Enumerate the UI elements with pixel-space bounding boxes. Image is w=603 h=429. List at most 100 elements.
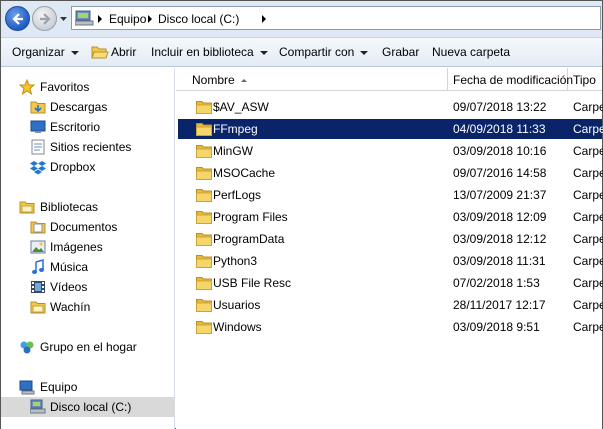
file-name: Windows (213, 320, 262, 334)
nav-item-documentos[interactable]: Documentos (1, 217, 175, 237)
nav-item-label: Wachín (50, 300, 91, 314)
computer-icon (19, 380, 35, 395)
column-header-row: Nombre Fecha de modificación Tipo (176, 68, 602, 91)
open-folder-icon (91, 46, 109, 59)
nav-item-imagenes[interactable]: Imágenes (1, 237, 175, 257)
file-name: MSOCache (213, 166, 276, 180)
file-row[interactable]: Windows 03/09/2018 9:51 Carpe (178, 317, 603, 337)
star-icon (19, 79, 35, 95)
file-date: 03/09/2018 11:31 (453, 254, 546, 268)
file-name: PerfLogs (213, 188, 262, 202)
breadcrumb-separator[interactable] (262, 15, 266, 23)
nav-libraries-label: Bibliotecas (40, 200, 99, 214)
pictures-icon (30, 240, 46, 254)
file-type: Carpe (573, 122, 603, 136)
file-row[interactable]: Python3 03/09/2018 11:31 Carpe (178, 251, 603, 271)
file-date: 03/09/2018 10:16 (453, 144, 547, 158)
nav-item-label: Música (50, 260, 89, 274)
file-name: USB File Resc (213, 276, 292, 290)
nav-favorites-label: Favoritos (40, 80, 90, 94)
organize-label: Organizar (12, 45, 65, 59)
file-name: Program Files (213, 210, 288, 224)
homegroup-icon (20, 341, 34, 354)
include-label: Incluir en biblioteca (151, 45, 254, 59)
file-row[interactable]: MSOCache 09/07/2016 14:58 Carpe (178, 163, 603, 183)
desktop-icon (30, 120, 46, 133)
breadcrumb-equipo[interactable]: Equipo (109, 12, 146, 26)
file-type: Carpe (573, 254, 603, 268)
forward-arrow-icon (40, 13, 51, 25)
share-label: Compartir con (279, 45, 355, 59)
file-date: 03/09/2018 12:09 (453, 210, 547, 224)
folder-icon (196, 255, 212, 268)
file-name: ProgramData (213, 232, 285, 246)
nav-item-label: Escritorio (50, 120, 101, 134)
nav-favorites[interactable]: Favoritos (1, 77, 175, 97)
back-arrow-icon (12, 13, 23, 25)
file-type: Carpe (573, 298, 603, 312)
nav-item-descargas[interactable]: Descargas (1, 97, 175, 117)
file-row[interactable]: FFmpeg 04/09/2018 11:33 Carpe (178, 119, 603, 139)
file-name: $AV_ASW (213, 100, 269, 114)
libraries-icon (19, 201, 35, 214)
folder-icon (196, 167, 212, 180)
back-button[interactable] (5, 6, 30, 31)
organize-button[interactable]: Organizar (12, 45, 79, 59)
recent-pages-dropdown-icon[interactable] (59, 14, 68, 23)
file-row[interactable]: PerfLogs 13/07/2009 21:37 Carpe (178, 185, 603, 205)
nav-item-disco-local[interactable]: Disco local (C:) (1, 397, 175, 417)
nav-item-label: Dropbox (50, 160, 96, 174)
nav-homegroup[interactable]: Grupo en el hogar (1, 337, 175, 357)
file-row[interactable]: USB File Resc 07/02/2018 1:53 Carpe (178, 273, 603, 293)
file-row[interactable]: Usuarios 28/11/2017 12:17 Carpe (178, 295, 603, 315)
chevron-down-icon (259, 50, 268, 55)
nav-item-wachin[interactable]: Wachín (1, 297, 175, 317)
file-type: Carpe (573, 320, 603, 334)
nav-item-dropbox[interactable]: Dropbox (1, 157, 175, 177)
file-name: Python3 (213, 254, 258, 268)
folder-icon (196, 189, 212, 202)
breadcrumb-disco-local[interactable]: Disco local (C:) (158, 12, 239, 26)
column-header-name[interactable]: Nombre (176, 68, 448, 91)
file-row[interactable]: ProgramData 03/09/2018 12:12 Carpe (178, 229, 603, 249)
column-header-date[interactable]: Fecha de modificación (448, 68, 573, 91)
file-date: 03/09/2018 9:51 (453, 320, 540, 334)
library-folder-icon (30, 301, 46, 314)
file-type: Carpe (573, 210, 603, 224)
file-type: Carpe (573, 166, 603, 180)
downloads-icon (30, 101, 46, 114)
file-name: MinGW (213, 144, 253, 158)
file-date: 28/11/2017 12:17 (453, 298, 546, 312)
file-date: 04/09/2018 11:33 (453, 122, 546, 136)
nav-item-label: Descargas (50, 100, 108, 114)
folder-icon (196, 233, 212, 246)
nav-item-escritorio[interactable]: Escritorio (1, 117, 175, 137)
file-date: 03/09/2018 12:12 (453, 232, 547, 246)
address-bar[interactable]: Equipo Disco local (C:) (71, 6, 601, 30)
new-folder-button[interactable]: Nueva carpeta (432, 45, 510, 59)
file-row[interactable]: $AV_ASW 09/07/2018 13:22 Carpe (178, 97, 603, 117)
breadcrumb-separator[interactable] (98, 15, 102, 23)
file-date: 07/02/2018 1:53 (453, 276, 540, 290)
file-type: Carpe (573, 232, 603, 246)
nav-computer[interactable]: Equipo (1, 377, 175, 397)
folder-icon (196, 299, 212, 312)
file-row[interactable]: Program Files 03/09/2018 12:09 Carpe (178, 207, 603, 227)
column-header-type[interactable]: Tipo (568, 68, 603, 91)
nav-libraries[interactable]: Bibliotecas (1, 197, 175, 217)
file-date: 09/07/2016 14:58 (453, 166, 547, 180)
nav-item-videos[interactable]: Vídeos (1, 277, 175, 297)
nav-item-label: Sitios recientes (50, 140, 132, 154)
breadcrumb-separator[interactable] (148, 15, 152, 23)
forward-button[interactable] (32, 6, 57, 31)
share-with-button[interactable]: Compartir con (279, 45, 369, 59)
burn-button[interactable]: Grabar (382, 45, 419, 59)
include-in-library-button[interactable]: Incluir en biblioteca (151, 45, 268, 59)
nav-item-label: Imágenes (50, 240, 103, 254)
nav-item-musica[interactable]: Música (1, 257, 175, 277)
file-row[interactable]: MinGW 03/09/2018 10:16 Carpe (178, 141, 603, 161)
nav-item-label: Documentos (50, 220, 118, 234)
nav-item-sitios-recientes[interactable]: Sitios recientes (1, 137, 175, 157)
videos-icon (31, 281, 45, 293)
open-button[interactable]: Abrir (111, 45, 136, 59)
